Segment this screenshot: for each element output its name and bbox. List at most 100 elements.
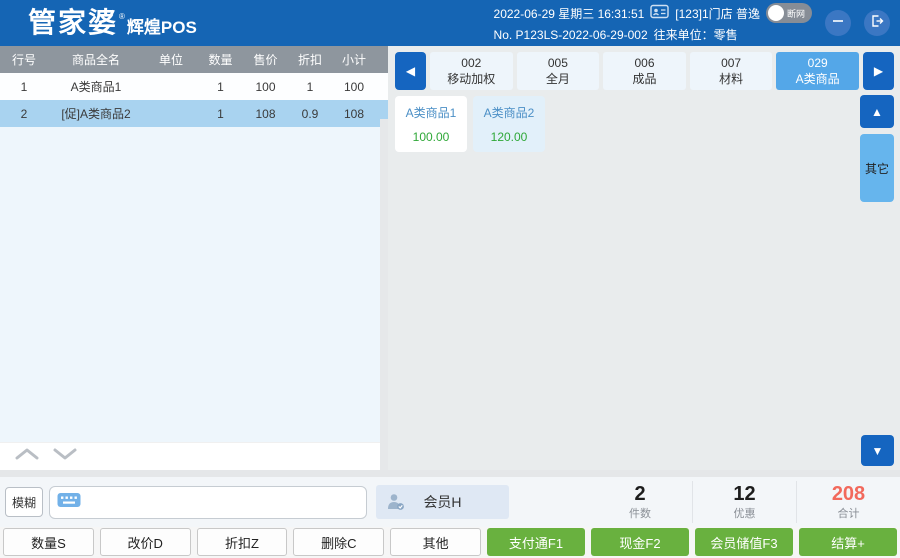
toggle-label: 断网 xyxy=(787,7,805,20)
catalog-side-column: ▲ 其它 xyxy=(860,95,894,202)
table-scrollbar[interactable] xyxy=(380,119,388,488)
category-code: 002 xyxy=(461,55,481,71)
category-tab-row: ◀ 002 移动加权 005 全月 006 成品 xyxy=(395,52,894,90)
member-button[interactable]: 会员H xyxy=(376,485,509,519)
product-price: 100.00 xyxy=(413,130,450,144)
keyboard-icon[interactable] xyxy=(57,492,81,513)
right-triangle-icon: ▶ xyxy=(874,64,883,78)
cell-line-no: 1 xyxy=(0,80,48,94)
tabs-scroll-left-button[interactable]: ◀ xyxy=(395,52,426,90)
category-tab[interactable]: 005 全月 xyxy=(517,52,600,90)
category-tab[interactable]: 006 成品 xyxy=(603,52,686,90)
page-down-button[interactable]: ▼ xyxy=(861,435,894,466)
exit-button[interactable] xyxy=(864,10,890,36)
cart-pager xyxy=(0,442,388,470)
session-info: 2022-06-29 星期三 16:31:51 [123]1门店 普逸 断网 N… xyxy=(494,3,812,43)
tabs-scroll-right-button[interactable]: ▶ xyxy=(863,52,894,90)
column-header: 小计 xyxy=(332,51,376,68)
action-button[interactable]: 数量S xyxy=(3,528,94,556)
stat-value: 12 xyxy=(733,483,755,505)
product-price: 120.00 xyxy=(491,130,528,144)
totals-area: 2 件数 12 优惠 208 合计 xyxy=(588,477,900,527)
category-code: 005 xyxy=(548,55,568,71)
column-header: 数量 xyxy=(198,51,243,68)
store-name: [123]1门店 普逸 xyxy=(675,5,760,22)
column-header: 单位 xyxy=(144,51,198,68)
fuzzy-search-button[interactable]: 模糊 xyxy=(5,487,43,517)
header-right: 2022-06-29 星期三 16:31:51 [123]1门店 普逸 断网 N… xyxy=(494,3,890,43)
cell-qty: 1 xyxy=(198,80,243,94)
category-name: 移动加权 xyxy=(447,71,495,87)
action-button[interactable]: 改价D xyxy=(100,528,191,556)
down-triangle-icon: ▼ xyxy=(872,444,884,458)
store-badge-icon xyxy=(650,4,669,22)
category-tab[interactable]: 029 A类商品 xyxy=(776,52,859,90)
order-number: No. P123LS-2022-06-29-002 xyxy=(494,28,648,42)
counterparty: 往来单位：零售 xyxy=(654,26,738,43)
payment-actions: 支付通F1现金F2会员储值F3结算+ xyxy=(487,528,897,556)
category-tabs: 002 移动加权 005 全月 006 成品 007 xyxy=(430,52,859,90)
logo-product: 辉煌POS xyxy=(127,19,197,36)
app-header: 管家婆 ® 辉煌POS 2022-06-29 星期三 16:31:51 [123… xyxy=(0,0,900,46)
product-card[interactable]: A类商品2 120.00 xyxy=(473,96,545,152)
action-button[interactable]: 其他 xyxy=(390,528,481,556)
cell-discount: 0.9 xyxy=(288,107,332,121)
payment-button[interactable]: 会员储值F3 xyxy=(695,528,793,556)
bottom-bar: 模糊 会员H 2 件数 12 优惠 208 xyxy=(0,470,900,527)
cell-subtotal: 108 xyxy=(332,107,376,121)
registered-mark: ® xyxy=(119,13,125,21)
category-tab[interactable]: 002 移动加权 xyxy=(430,52,513,90)
catalog-panel: ◀ 002 移动加权 005 全月 006 成品 xyxy=(389,46,900,470)
category-name: 材料 xyxy=(719,71,743,87)
payment-button[interactable]: 结算+ xyxy=(799,528,897,556)
cell-price: 100 xyxy=(243,80,288,94)
action-button[interactable]: 折扣Z xyxy=(197,528,288,556)
cart-row[interactable]: 1 A类商品1 1 100 1 100 xyxy=(0,73,388,100)
left-triangle-icon: ◀ xyxy=(406,64,415,78)
member-label: 会员H xyxy=(423,494,461,510)
scroll-down-icon[interactable] xyxy=(52,447,78,466)
product-grid: A类商品1 100.00 A类商品2 120.00 xyxy=(395,96,854,430)
stat-label: 件数 xyxy=(629,505,651,521)
cell-qty: 1 xyxy=(198,107,243,121)
category-tab[interactable]: 007 材料 xyxy=(690,52,773,90)
cell-price: 108 xyxy=(243,107,288,121)
stat-value: 208 xyxy=(832,483,865,505)
barcode-input[interactable] xyxy=(87,495,359,510)
cell-product-name: A类商品1 xyxy=(48,78,144,95)
minus-icon xyxy=(832,14,844,32)
logo-brand: 管家婆 xyxy=(28,9,118,37)
network-toggle[interactable]: 断网 xyxy=(766,3,812,23)
category-name: A类商品 xyxy=(796,71,840,87)
up-triangle-icon: ▲ xyxy=(871,105,883,119)
stat-value: 2 xyxy=(634,483,645,505)
scroll-up-icon[interactable] xyxy=(14,447,40,466)
action-button[interactable]: 删除C xyxy=(293,528,384,556)
cell-product-name: [促]A类商品2 xyxy=(48,105,144,122)
action-bar: 数量S改价D折扣Z删除C其他 支付通F1现金F2会员储值F3结算+ xyxy=(0,527,900,558)
cart-table-body: 1 A类商品1 1 100 1 100 2 [促]A类商品2 1 108 0.9… xyxy=(0,73,388,442)
product-card[interactable]: A类商品1 100.00 xyxy=(395,96,467,152)
column-header: 商品全名 xyxy=(48,51,144,68)
datetime-text: 2022-06-29 星期三 16:31:51 xyxy=(494,5,645,22)
page-up-button[interactable]: ▲ xyxy=(860,95,894,128)
category-name: 成品 xyxy=(632,71,656,87)
column-header: 折扣 xyxy=(288,51,332,68)
other-category-button[interactable]: 其它 xyxy=(860,134,894,202)
minimize-button[interactable] xyxy=(825,10,851,36)
payment-button[interactable]: 支付通F1 xyxy=(487,528,585,556)
product-name: A类商品2 xyxy=(484,104,535,121)
edit-actions: 数量S改价D折扣Z删除C其他 xyxy=(3,528,481,556)
cell-subtotal: 100 xyxy=(332,80,376,94)
stat-block: 2 件数 xyxy=(588,481,692,523)
cell-discount: 1 xyxy=(288,80,332,94)
stat-label: 优惠 xyxy=(734,505,756,521)
category-code: 007 xyxy=(721,55,741,71)
payment-button[interactable]: 现金F2 xyxy=(591,528,689,556)
column-header: 行号 xyxy=(0,51,48,68)
stat-label: 合计 xyxy=(838,505,860,521)
pos-app: 管家婆 ® 辉煌POS 2022-06-29 星期三 16:31:51 [123… xyxy=(0,0,900,558)
cart-row[interactable]: 2 [促]A类商品2 1 108 0.9 108 xyxy=(0,100,388,127)
category-name: 全月 xyxy=(546,71,570,87)
barcode-search-box xyxy=(49,486,367,519)
